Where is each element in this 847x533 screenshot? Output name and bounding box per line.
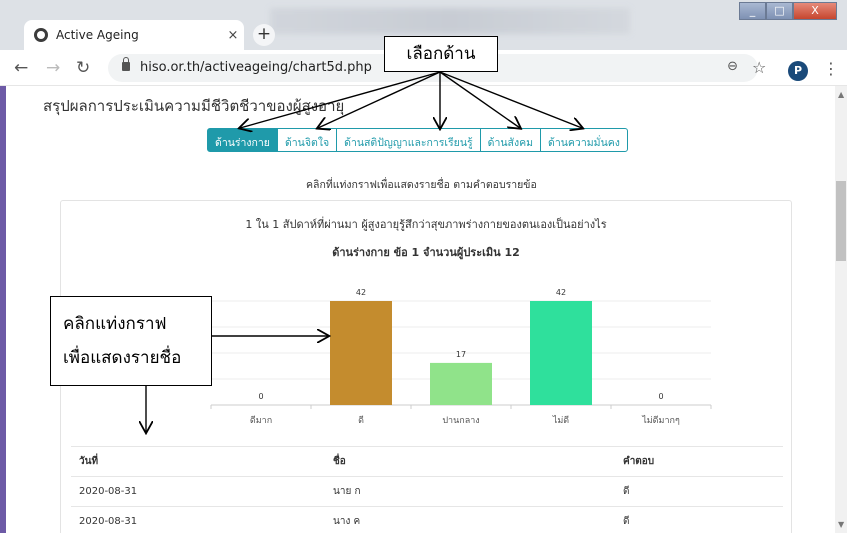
reload-icon[interactable]: ↻ [76,58,90,78]
bar[interactable] [330,301,392,405]
back-icon[interactable]: ← [14,58,28,78]
x-tick-label: ไม่ดีมากๆ [641,415,680,426]
minimize-button[interactable]: _ [739,2,766,20]
tab-close-icon[interactable]: × [222,28,244,43]
lock-icon [122,57,130,71]
chart-hint: คลิกที่แท่งกราฟเพื่อแสดงรายชื่อ ตามคำตอบ… [306,179,537,191]
blurred-region [270,8,630,34]
answer-table: วันที่ ชื่อ คำตอบ 2020-08-31 นาย ก ดี 20… [71,446,783,533]
menu-dots-icon[interactable]: ⋮ [823,59,839,78]
scroll-up-icon[interactable]: ▲ [838,90,844,99]
scroll-thumb[interactable] [836,181,846,261]
tab-security[interactable]: ด้านความมั่นคง [540,128,628,152]
page-title: สรุปผลการประเมินความมีชีวิตชีวาของผู้สูง… [43,97,345,115]
annotation-select-category: เลือกด้าน [384,36,498,72]
globe-icon [34,28,48,42]
cell-date: 2020-08-31 [79,516,138,527]
table-row[interactable]: 2020-08-31 นาง ค ดี [71,506,783,533]
x-tick-label: ปานกลาง [442,416,479,426]
bar-value-label: 42 [356,288,366,297]
cell-date: 2020-08-31 [79,486,138,497]
url-text[interactable]: hiso.or.th/activeageing/chart5d.php [140,60,372,75]
zoom-icon[interactable]: ⊖ [727,59,738,74]
bar-value-label: 17 [456,350,466,359]
cell-answer: ดี [623,486,630,497]
header-answer: คำตอบ [623,456,655,467]
bar-chart[interactable]: 0 ดีมาก 42 ดี 17 ปานกลาง 42 ไม่ดี 0 ไม่ดีมากๆ [210,277,712,437]
table-row[interactable]: 2020-08-31 นาย ก ดี [71,476,783,506]
question-subtitle: ด้านร่างกาย ข้อ 1 จำนวนผู้ประเมิน 12 [332,246,520,259]
tab-mental[interactable]: ด้านจิตใจ [276,128,338,152]
tab-cognitive[interactable]: ด้านสติปัญญาและการเรียนรู้ [336,128,481,152]
question-text: 1 ใน 1 สัปดาห์ที่ผ่านมา ผู้สูงอายุรู้สึก… [245,218,607,231]
x-tick-label: ดีมาก [250,415,272,426]
bookmark-star-icon[interactable]: ☆ [752,58,766,77]
cell-answer: ดี [623,516,630,527]
category-tabs: ด้านร่างกาย ด้านจิตใจ ด้านสติปัญญาและการ… [207,128,628,152]
annotation-line-1: คลิกแท่งกราฟ [63,314,167,334]
page-scrollbar[interactable]: ▲ ▼ [835,86,847,533]
annotation-click-bar: คลิกแท่งกราฟ เพื่อแสดงรายชื่อ [50,296,212,386]
bar-value-label: 42 [556,288,566,297]
tab-social[interactable]: ด้านสังคม [479,128,542,152]
bar[interactable] [430,362,492,405]
profile-avatar[interactable]: P [788,61,808,81]
window-controls: _ □ X [739,2,837,20]
scroll-down-icon[interactable]: ▼ [838,520,844,529]
cell-name: นาง ค [333,516,361,527]
bar-value-label: 0 [258,392,263,401]
header-name: ชื่อ [333,456,346,467]
new-tab-button[interactable]: + [253,24,275,46]
tab-title: Active Ageing [56,28,139,42]
close-window-button[interactable]: X [793,2,837,20]
cell-name: นาย ก [333,486,361,497]
bar-value-label: 0 [658,392,663,401]
annotation-line-2: เพื่อแสดงรายชื่อ [63,348,182,368]
forward-icon[interactable]: → [46,58,60,78]
bar[interactable] [530,301,592,405]
tab-physical[interactable]: ด้านร่างกาย [207,128,278,152]
x-tick-label: ไม่ดี [552,415,569,426]
header-date: วันที่ [79,456,99,467]
maximize-button[interactable]: □ [766,2,793,20]
table-header-row: วันที่ ชื่อ คำตอบ [71,446,783,476]
browser-tab[interactable]: Active Ageing × [24,20,244,50]
x-tick-label: ดี [358,415,364,426]
